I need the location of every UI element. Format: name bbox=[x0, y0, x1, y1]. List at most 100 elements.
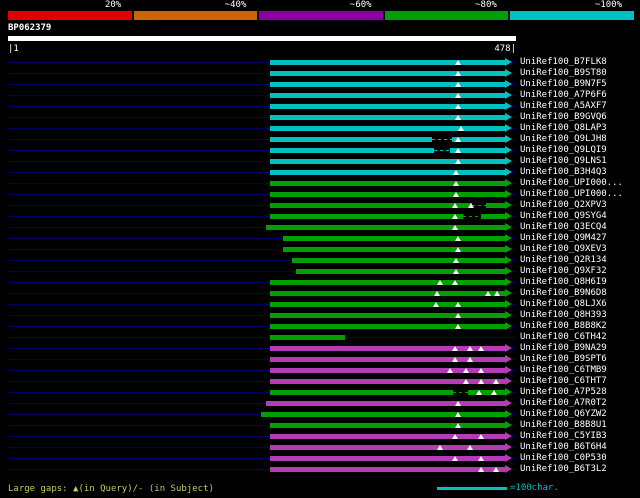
hit-label[interactable]: UniRef100_UPI000... bbox=[520, 189, 623, 200]
alignment-bar[interactable] bbox=[292, 258, 506, 263]
hit-label[interactable]: UniRef100_Q9LQI9 bbox=[520, 145, 607, 156]
hit-label[interactable]: UniRef100_B7FLK8 bbox=[520, 57, 607, 68]
bar-arrowhead bbox=[505, 146, 513, 154]
hit-label[interactable]: UniRef100_C6THT7 bbox=[520, 376, 607, 387]
hit-label[interactable]: UniRef100_B8B8U1 bbox=[520, 420, 607, 431]
hit-label[interactable]: UniRef100_C0P530 bbox=[520, 453, 607, 464]
bar-arrowhead bbox=[505, 289, 513, 297]
hit-label[interactable]: UniRef100_A7P6F6 bbox=[520, 90, 607, 101]
hit-label[interactable]: UniRef100_Q9XEV3 bbox=[520, 244, 607, 255]
hit-label[interactable]: UniRef100_C5YIB3 bbox=[520, 431, 607, 442]
query-gap-marker bbox=[455, 148, 462, 153]
hit-label[interactable]: UniRef100_Q8H6I9 bbox=[520, 277, 607, 288]
scale-label-80: ~80% bbox=[475, 0, 497, 10]
alignment-bar[interactable] bbox=[269, 313, 506, 318]
alignment-bar[interactable] bbox=[269, 93, 506, 98]
query-gap-marker bbox=[467, 445, 474, 450]
scale-segment-orange bbox=[133, 11, 258, 20]
alignment-bar[interactable] bbox=[295, 269, 506, 274]
hit-row: UniRef100_Q6YZW2 bbox=[0, 409, 640, 420]
hit-label[interactable]: UniRef100_B9N6D8 bbox=[520, 288, 607, 299]
hit-label[interactable]: UniRef100_A5AXF7 bbox=[520, 101, 607, 112]
alignment-bar[interactable] bbox=[269, 115, 506, 120]
alignment-bar[interactable] bbox=[269, 71, 506, 76]
hit-label[interactable]: UniRef100_B6T3L2 bbox=[520, 464, 607, 475]
alignment-bar[interactable] bbox=[265, 225, 506, 230]
alignment-bar[interactable] bbox=[269, 467, 506, 472]
alignment-bar[interactable] bbox=[269, 456, 506, 461]
alignment-bar[interactable] bbox=[269, 280, 506, 285]
bar-arrowhead bbox=[505, 245, 513, 253]
hit-label[interactable]: UniRef100_Q9SYG4 bbox=[520, 211, 607, 222]
hit-label[interactable]: UniRef100_Q9LNS1 bbox=[520, 156, 607, 167]
hit-label[interactable]: UniRef100_C6TMB9 bbox=[520, 365, 607, 376]
hit-row: UniRef100_Q8LAP3 bbox=[0, 123, 640, 134]
hit-label[interactable]: UniRef100_Q2R134 bbox=[520, 255, 607, 266]
alignment-bar[interactable] bbox=[269, 170, 506, 175]
hit-label[interactable]: UniRef100_B3H4Q3 bbox=[520, 167, 607, 178]
hit-label[interactable]: UniRef100_B6T6H4 bbox=[520, 442, 607, 453]
bar-arrowhead bbox=[505, 179, 513, 187]
hit-label[interactable]: UniRef100_UPI000... bbox=[520, 178, 623, 189]
hit-label[interactable]: UniRef100_Q9M427 bbox=[520, 233, 607, 244]
alignment-bar[interactable] bbox=[269, 335, 345, 340]
hit-row: UniRef100_A7R0T2 bbox=[0, 398, 640, 409]
alignment-bar[interactable] bbox=[261, 412, 506, 417]
alignment-bar[interactable] bbox=[269, 379, 506, 384]
hit-label[interactable]: UniRef100_Q9LJH8 bbox=[520, 134, 607, 145]
query-gap-marker bbox=[477, 346, 484, 351]
hit-label[interactable]: UniRef100_Q6YZW2 bbox=[520, 409, 607, 420]
alignment-bar[interactable] bbox=[269, 104, 506, 109]
hit-label[interactable]: UniRef100_B9ST80 bbox=[520, 68, 607, 79]
hit-label[interactable]: UniRef100_Q8LJX6 bbox=[520, 299, 607, 310]
hit-row: UniRef100_C0P530 bbox=[0, 453, 640, 464]
hit-row: UniRef100_UPI000... bbox=[0, 178, 640, 189]
hit-label[interactable]: UniRef100_Q9XF32 bbox=[520, 266, 607, 277]
scale-segment-purple bbox=[259, 11, 383, 20]
identity-scale-bar bbox=[8, 11, 634, 20]
bar-arrowhead bbox=[505, 410, 513, 418]
alignment-bar[interactable] bbox=[265, 401, 506, 406]
alignment-bar[interactable] bbox=[282, 247, 506, 252]
hit-label[interactable]: UniRef100_A7P528 bbox=[520, 387, 607, 398]
query-gap-marker bbox=[453, 192, 460, 197]
alignment-bar[interactable] bbox=[269, 60, 506, 65]
alignment-bar[interactable] bbox=[269, 390, 506, 395]
hit-label[interactable]: UniRef100_B8B8K2 bbox=[520, 321, 607, 332]
alignment-bar[interactable] bbox=[269, 181, 506, 186]
scale-segment-cyan bbox=[510, 11, 634, 20]
hit-label[interactable]: UniRef100_Q8LAP3 bbox=[520, 123, 607, 134]
query-gap-marker bbox=[455, 159, 462, 164]
query-gap-marker bbox=[455, 71, 462, 76]
hit-label[interactable]: UniRef100_B9SPT6 bbox=[520, 354, 607, 365]
alignment-bar[interactable] bbox=[269, 126, 506, 131]
alignment-bar[interactable] bbox=[269, 137, 506, 142]
hit-label[interactable]: UniRef100_Q8H393 bbox=[520, 310, 607, 321]
scale-segment-green bbox=[384, 11, 509, 20]
query-gap-marker bbox=[455, 82, 462, 87]
hit-label[interactable]: UniRef100_A7R0T2 bbox=[520, 398, 607, 409]
scale-line bbox=[437, 486, 507, 490]
query-gap-marker bbox=[452, 346, 459, 351]
alignment-bar[interactable] bbox=[269, 368, 506, 373]
hit-label[interactable]: UniRef100_Q3ECQ4 bbox=[520, 222, 607, 233]
query-gap-marker bbox=[433, 302, 440, 307]
hit-label[interactable]: UniRef100_B9NA29 bbox=[520, 343, 607, 354]
hit-label[interactable]: UniRef100_Q2XPV3 bbox=[520, 200, 607, 211]
alignment-bar[interactable] bbox=[269, 192, 506, 197]
hit-row: UniRef100_Q9LJH8 bbox=[0, 134, 640, 145]
alignment-bar[interactable] bbox=[269, 302, 506, 307]
alignment-bar[interactable] bbox=[269, 82, 506, 87]
alignment-bar[interactable] bbox=[269, 291, 506, 296]
alignment-bar[interactable] bbox=[269, 423, 506, 428]
hit-label[interactable]: UniRef100_B9N7F5 bbox=[520, 79, 607, 90]
hit-label[interactable]: UniRef100_B9GVQ6 bbox=[520, 112, 607, 123]
alignment-bar[interactable] bbox=[269, 148, 506, 153]
hit-label[interactable]: UniRef100_C6TH42 bbox=[520, 332, 607, 343]
bar-arrowhead bbox=[505, 311, 513, 319]
alignment-bar[interactable] bbox=[269, 324, 506, 329]
alignment-bar[interactable] bbox=[269, 159, 506, 164]
alignment-bar[interactable] bbox=[269, 434, 506, 439]
query-gap-marker bbox=[492, 467, 499, 472]
alignment-bar[interactable] bbox=[282, 236, 506, 241]
